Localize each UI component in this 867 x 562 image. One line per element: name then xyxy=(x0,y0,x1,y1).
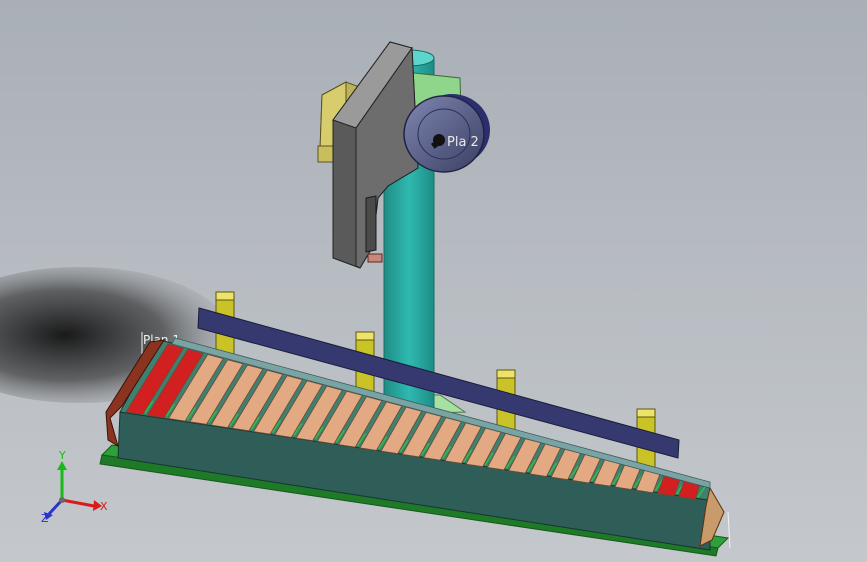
triad-z-label: Z xyxy=(41,512,49,525)
post-1-top xyxy=(215,291,235,301)
wheel[interactable] xyxy=(403,95,485,173)
cad-model-scene[interactable]: Pla 2 Plan 1 xyxy=(0,0,867,562)
triad-x-label: X xyxy=(100,500,108,513)
triad-x-axis xyxy=(61,498,95,508)
view-triad[interactable]: X Y Z xyxy=(41,449,108,525)
triad-y-label: Y xyxy=(58,449,66,462)
triad-origin xyxy=(59,497,65,503)
wheel-plane-label: Pla 2 xyxy=(447,135,479,150)
post-3-top xyxy=(496,369,516,379)
post-2-top xyxy=(355,331,375,341)
plane-outline-right xyxy=(727,511,731,549)
gripper-tip xyxy=(367,253,383,263)
gripper-finger[interactable] xyxy=(365,195,377,253)
triad-y-arrow xyxy=(57,461,67,470)
graphics-viewport[interactable]: Pla 2 Plan 1 xyxy=(0,0,867,562)
post-4-top xyxy=(636,408,656,418)
